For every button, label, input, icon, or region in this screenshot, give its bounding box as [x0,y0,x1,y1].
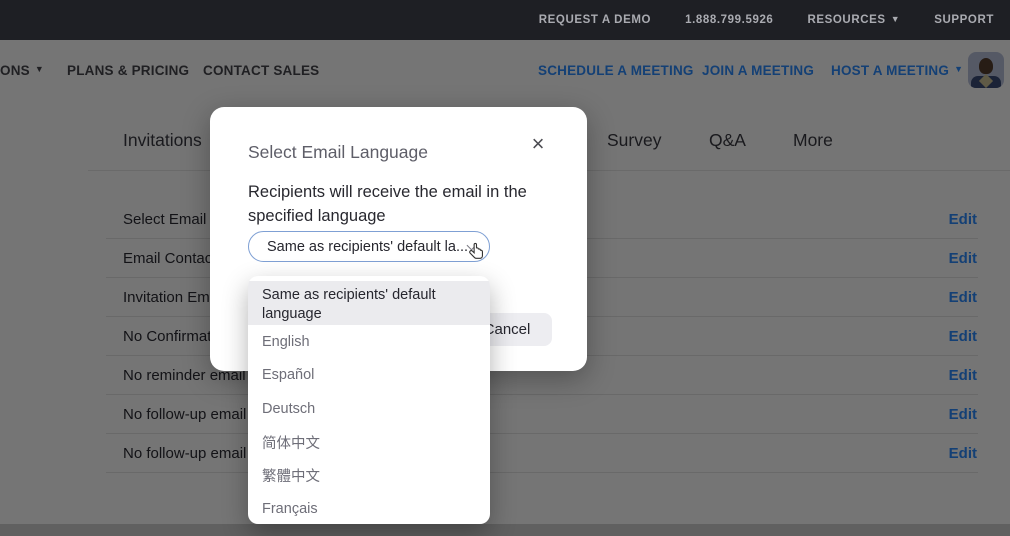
dialog-description: Recipients will receive the email in the… [248,181,563,229]
dropdown-option[interactable]: Français [248,493,490,525]
screen: REQUEST A DEMO 1.888.799.5926 RESOURCES ▼… [0,0,1010,536]
language-select[interactable]: Same as recipients' default la... [248,231,490,262]
option-label: Same as recipients' default language [262,283,476,324]
request-demo-link[interactable]: REQUEST A DEMO [539,14,651,26]
dropdown-option-selected[interactable]: Same as recipients' default language [248,281,490,325]
dropdown-option[interactable]: English [248,325,490,359]
language-dropdown-list: Same as recipients' default language Eng… [248,276,490,524]
support-link[interactable]: SUPPORT [934,14,994,26]
dialog-title: Select Email Language [248,142,428,163]
chevron-down-icon: ▼ [891,14,901,24]
dropdown-option[interactable]: 简体中文 [248,426,490,460]
phone-number: 1.888.799.5926 [685,14,773,26]
dropdown-option[interactable]: 繁體中文 [248,459,490,493]
dropdown-option[interactable]: Deutsch [248,392,490,426]
close-icon[interactable]: × [525,132,551,158]
dropdown-option[interactable]: Español [248,359,490,393]
resources-menu[interactable]: RESOURCES ▼ [807,14,900,26]
language-select-value: Same as recipients' default la... [249,239,468,255]
resources-label: RESOURCES [807,14,885,26]
top-utility-bar: REQUEST A DEMO 1.888.799.5926 RESOURCES ▼… [0,0,1010,40]
